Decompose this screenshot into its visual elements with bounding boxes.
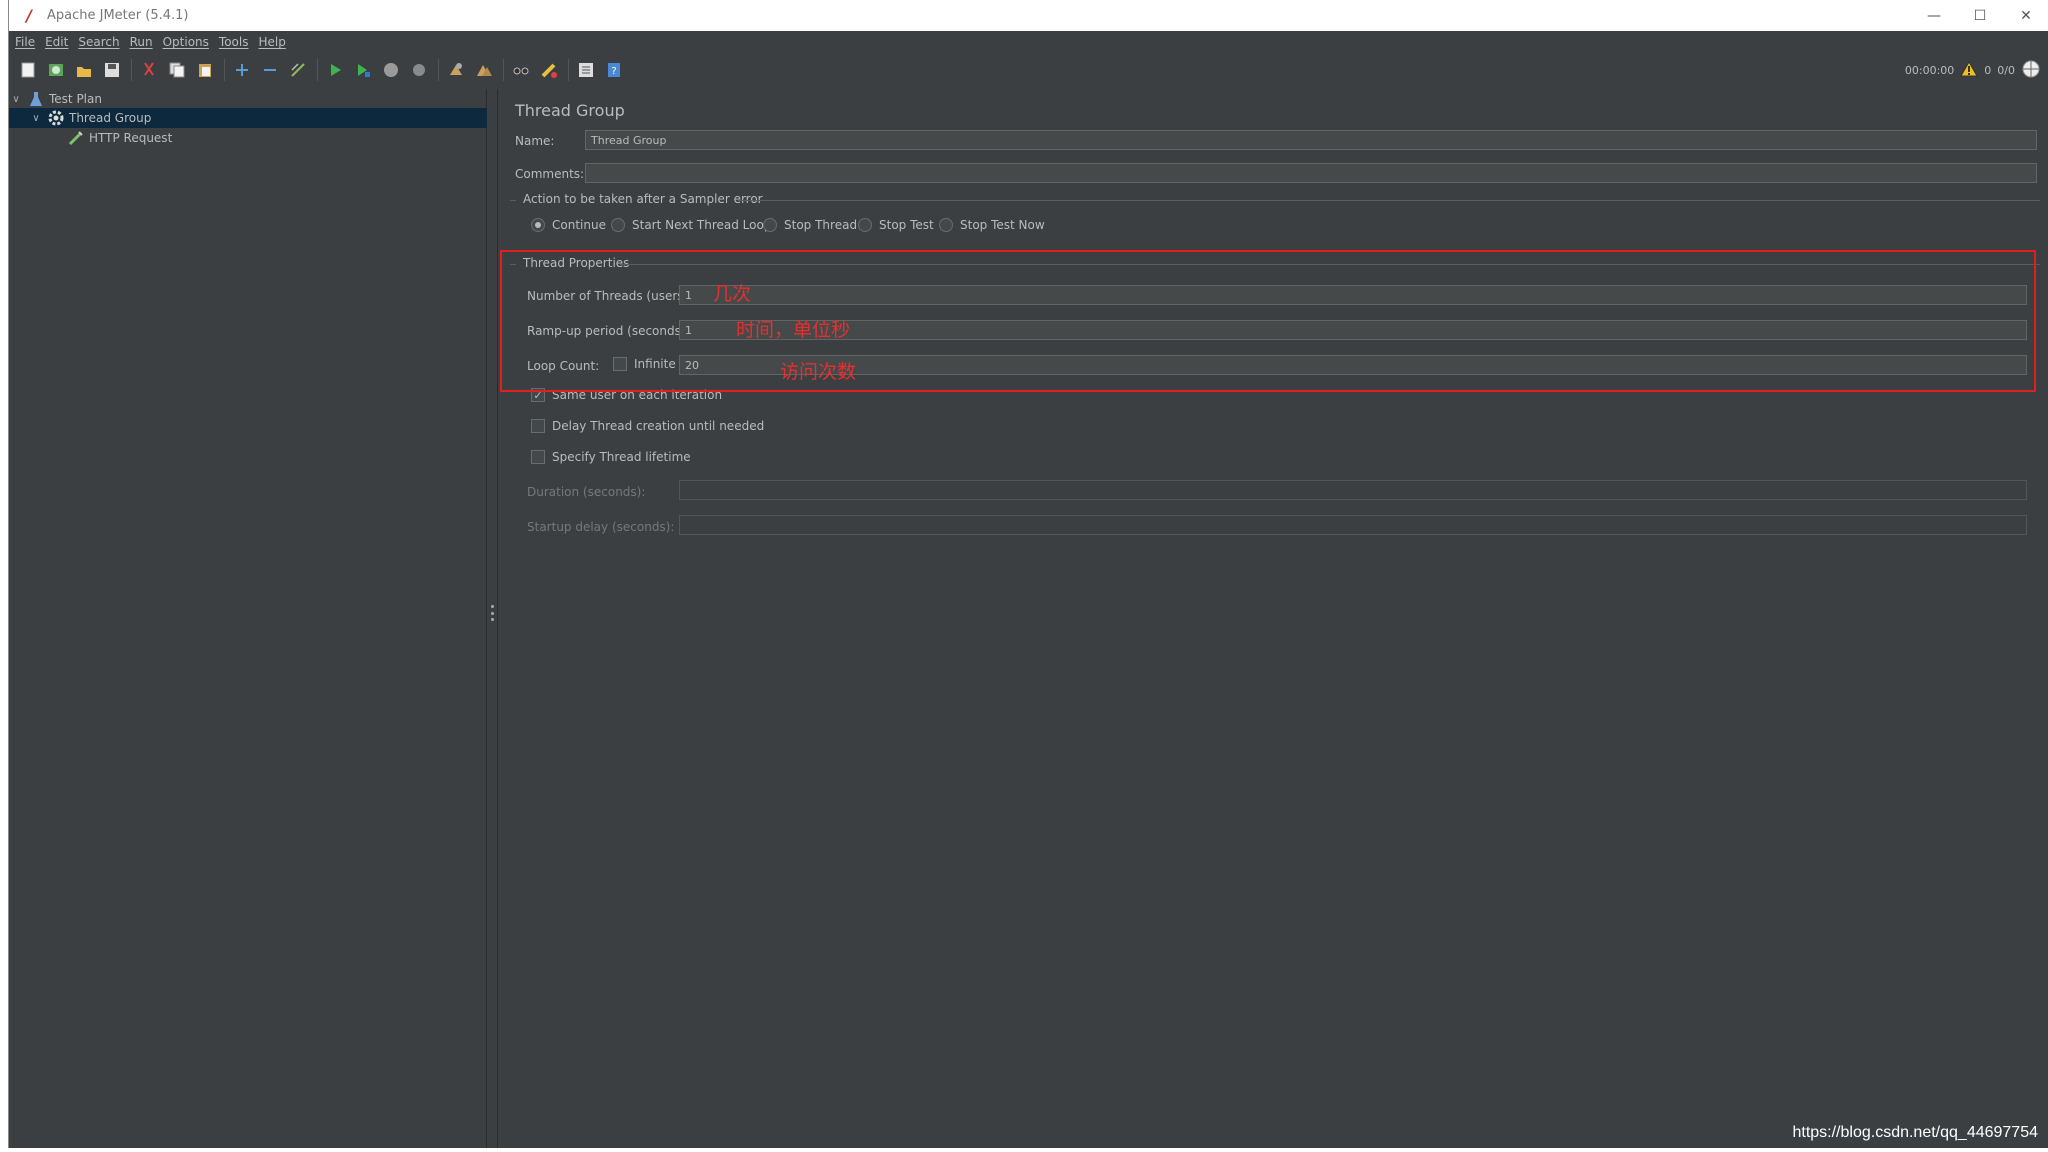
background-strip-left <box>0 0 8 1152</box>
paste-icon[interactable] <box>194 59 216 81</box>
shutdown-icon[interactable] <box>408 59 430 81</box>
warning-count: 0 <box>1984 63 1992 77</box>
tree-item-thread-group[interactable]: ∨ Thread Group <box>9 108 487 128</box>
splitter-handle[interactable] <box>489 605 495 621</box>
chevron-down-icon[interactable]: ∨ <box>9 94 23 105</box>
radio-stop-thread[interactable]: Stop Thread <box>763 218 857 232</box>
warning-icon[interactable] <box>1960 60 1979 80</box>
jmeter-feather-icon: / <box>26 6 32 25</box>
annotation-threads: 几次 <box>713 283 752 305</box>
save-icon[interactable] <box>101 59 123 81</box>
help-icon[interactable]: ? <box>603 59 625 81</box>
maximize-button[interactable]: ☐ <box>1957 0 2003 31</box>
toolbar: ? 00:00:00 0 0/0 <box>9 53 2048 87</box>
clear-all-icon[interactable] <box>473 59 495 81</box>
startup-delay-field[interactable] <box>679 515 2027 535</box>
minimize-button[interactable]: — <box>1911 0 1957 31</box>
tree-item-http-request[interactable]: HTTP Request <box>9 128 487 148</box>
page-title: Thread Group <box>515 101 625 120</box>
chevron-down-icon[interactable]: ∨ <box>29 113 43 124</box>
toolbar-separator <box>317 59 318 81</box>
annotation-loop: 访问次数 <box>780 361 857 383</box>
search-icon[interactable] <box>510 59 532 81</box>
radio-dot[interactable] <box>531 218 545 232</box>
duration-field[interactable] <box>679 480 2027 500</box>
svg-text:?: ? <box>611 66 616 77</box>
pipette-icon <box>67 129 85 147</box>
window-controls: — ☐ ✕ <box>1911 0 2048 31</box>
delay-thread-checkbox[interactable]: Delay Thread creation until needed <box>531 419 764 433</box>
menu-bar: File Edit Search Run Options Tools Help <box>9 31 2048 53</box>
menu-options[interactable]: Options <box>163 35 209 49</box>
flask-icon <box>27 90 45 108</box>
close-button[interactable]: ✕ <box>2003 0 2048 31</box>
menu-file[interactable]: File <box>15 35 35 49</box>
elapsed-timer: 00:00:00 <box>1904 63 1955 77</box>
test-plan-tree: ∨ Test Plan ∨ Thread Group HTTP Request <box>9 89 487 1148</box>
start-no-pause-icon[interactable] <box>352 59 374 81</box>
radio-continue[interactable]: Continue <box>531 218 606 232</box>
toolbar-separator <box>503 59 504 81</box>
annotation-rampup: 时间，单位秒 <box>736 319 851 341</box>
function-helper-icon[interactable] <box>575 59 597 81</box>
window-title: Apache JMeter (5.4.1) <box>47 8 189 23</box>
toolbar-separator <box>131 59 132 81</box>
watermark: https://blog.csdn.net/qq_44697754 <box>1792 1124 2038 1141</box>
expand-icon[interactable] <box>231 59 253 81</box>
copy-icon[interactable] <box>166 59 188 81</box>
gear-icon <box>47 109 65 127</box>
start-icon[interactable] <box>324 59 346 81</box>
templates-icon[interactable] <box>45 59 67 81</box>
toolbar-separator <box>224 59 225 81</box>
toolbar-separator <box>568 59 569 81</box>
checkbox-box[interactable] <box>531 419 545 433</box>
thread-lifetime-checkbox[interactable]: Specify Thread lifetime <box>531 450 691 464</box>
tree-item-label: Test Plan <box>49 92 102 106</box>
comments-field[interactable] <box>585 163 2037 183</box>
menu-run[interactable]: Run <box>130 35 153 49</box>
clear-icon[interactable] <box>445 59 467 81</box>
error-section-title: Action to be taken after a Sampler error <box>523 192 763 206</box>
new-icon[interactable] <box>17 59 39 81</box>
menu-edit[interactable]: Edit <box>45 35 68 49</box>
menu-search[interactable]: Search <box>78 35 119 49</box>
radio-dot[interactable] <box>763 218 777 232</box>
background-strip-bottom <box>0 1148 2048 1152</box>
open-icon[interactable] <box>73 59 95 81</box>
radio-dot[interactable] <box>858 218 872 232</box>
tree-item-label: Thread Group <box>69 111 152 125</box>
reset-search-icon[interactable] <box>538 59 560 81</box>
thread-group-panel: Thread Group Name: Thread Group Comments… <box>497 89 2048 1148</box>
annotation-highlight-box <box>500 250 2036 392</box>
toggle-icon[interactable] <box>287 59 309 81</box>
tree-item-label: HTTP Request <box>89 131 173 145</box>
name-field[interactable]: Thread Group <box>585 130 2037 150</box>
radio-dot[interactable] <box>939 218 953 232</box>
checkbox-box[interactable] <box>531 450 545 464</box>
stop-icon[interactable] <box>380 59 402 81</box>
name-label: Name: <box>515 134 555 148</box>
toolbar-status: 00:00:00 0 0/0 <box>1905 53 2041 87</box>
cut-icon[interactable] <box>138 59 160 81</box>
duration-label: Duration (seconds): <box>527 485 646 499</box>
jmeter-window: / Apache JMeter (5.4.1) — ☐ ✕ File Edit … <box>8 0 2048 1148</box>
radio-stop-test[interactable]: Stop Test <box>858 218 934 232</box>
title-bar: / Apache JMeter (5.4.1) — ☐ ✕ <box>9 0 2048 31</box>
radio-start-next-thread-loop[interactable]: Start Next Thread Loop <box>611 218 771 232</box>
menu-tools[interactable]: Tools <box>219 35 249 49</box>
radio-stop-test-now[interactable]: Stop Test Now <box>939 218 1045 232</box>
remote-globe-icon[interactable] <box>2021 59 2041 82</box>
tree-item-test-plan[interactable]: ∨ Test Plan <box>9 89 487 109</box>
radio-dot[interactable] <box>611 218 625 232</box>
startup-delay-label: Startup delay (seconds): <box>527 520 675 534</box>
menu-help[interactable]: Help <box>258 35 285 49</box>
active-threads: 0/0 <box>1997 63 2015 77</box>
comments-label: Comments: <box>515 167 585 181</box>
toolbar-separator <box>438 59 439 81</box>
collapse-icon[interactable] <box>259 59 281 81</box>
